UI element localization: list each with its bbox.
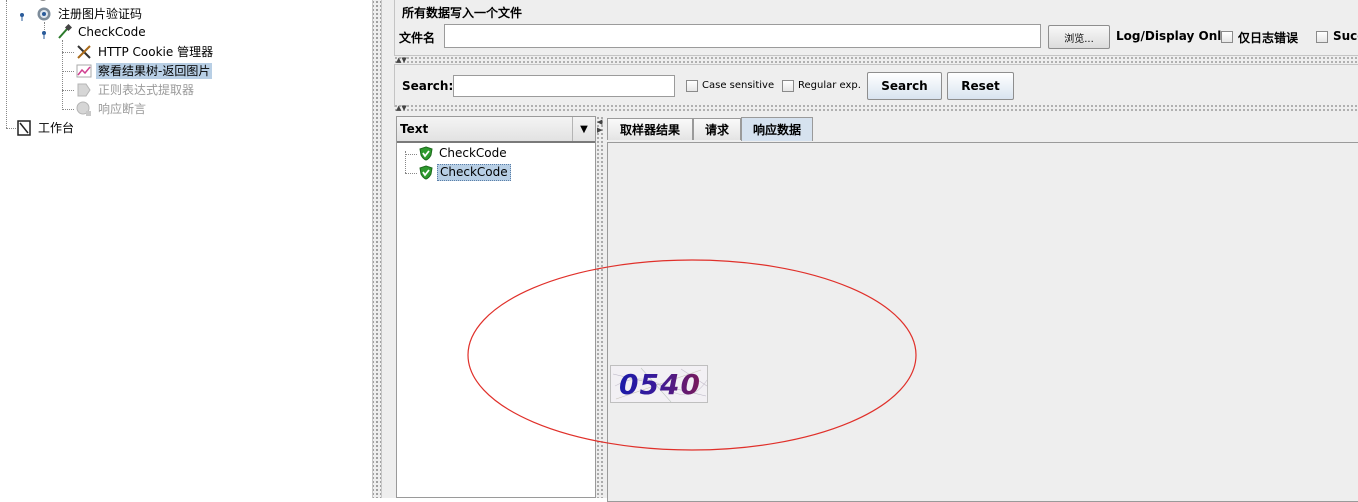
sample-result-item[interactable]: CheckCode (419, 164, 511, 181)
expand-arrows-icon[interactable]: ▲▼ (396, 57, 407, 64)
tree-item-label: CheckCode (78, 25, 146, 39)
pipette-icon (55, 24, 73, 40)
tab-response-data[interactable]: 响应数据 (741, 117, 813, 141)
tree-item-label: 正则表达式提取器 (98, 83, 195, 97)
browse-button[interactable]: 浏览... (1048, 25, 1110, 49)
sample-label: CheckCode (439, 146, 507, 160)
split-arrows-icon[interactable]: ◀ ▶ (597, 118, 602, 134)
tree-connector (62, 40, 63, 110)
tab-sampler-result[interactable]: 取样器结果 (607, 118, 693, 140)
tree-item-label: 注册图片验证码 (58, 7, 143, 21)
search-input[interactable] (453, 75, 675, 97)
extractor-icon (75, 82, 93, 98)
tree-item-label: 工作台 (38, 121, 75, 135)
tab-request[interactable]: 请求 (693, 118, 741, 140)
reset-button[interactable]: Reset (947, 72, 1014, 100)
tree-item-register-captcha[interactable]: 注册图片验证码 (35, 5, 144, 23)
filename-label: 文件名 (399, 31, 436, 45)
success-shield-icon (419, 146, 433, 161)
panel-separator[interactable] (394, 56, 1358, 64)
tree-item-label: HTTP Cookie 管理器 (98, 45, 214, 59)
filename-input[interactable] (444, 24, 1041, 48)
renderer-value: Text (400, 122, 429, 136)
chevron-down-icon[interactable]: ▼ (572, 117, 595, 141)
panel-separator[interactable] (394, 104, 1358, 112)
sample-label: CheckCode (437, 164, 511, 181)
tree-item-view-results-tree[interactable]: 察看结果树-返回图片 (75, 62, 213, 80)
tree-item-label: 响应断言 (98, 102, 147, 116)
case-sensitive-label: Case sensitive (702, 80, 775, 91)
tree-connector (405, 173, 417, 174)
assertion-icon (75, 101, 93, 117)
tree-connector (62, 109, 74, 110)
main-split-divider[interactable] (372, 0, 382, 498)
search-label: Search: (402, 79, 454, 93)
collapse-handle[interactable] (40, 28, 47, 39)
response-data-content (607, 142, 1358, 502)
gear-icon (35, 6, 53, 22)
chart-icon (75, 63, 93, 79)
tree-connector (62, 71, 74, 72)
success-shield-icon (419, 165, 433, 180)
view-results-tree-panel: 所有数据写入一个文件 文件名 浏览... Log/Display Only: 仅… (382, 0, 1358, 502)
regex-checkbox[interactable] (782, 80, 794, 92)
tree-item-checkcode-sampler[interactable]: CheckCode (55, 23, 148, 41)
gear-icon (36, 0, 50, 4)
log-display-label: Log/Display Only: (1116, 29, 1234, 43)
wrench-icon (75, 44, 93, 60)
collapse-handle[interactable] (18, 10, 25, 21)
captcha-text: 0540 (619, 368, 701, 401)
regex-label: Regular exp. (798, 80, 861, 91)
captcha-image: 0540 (610, 365, 708, 403)
errors-only-checkbox[interactable] (1221, 31, 1233, 43)
case-sensitive-checkbox[interactable] (686, 80, 698, 92)
tree-connector (6, 0, 7, 128)
tree-item-cookie-manager[interactable]: HTTP Cookie 管理器 (75, 43, 215, 61)
file-output-group: 所有数据写入一个文件 文件名 浏览... Log/Display Only: 仅… (394, 0, 1358, 56)
result-detail-panel: 取样器结果 请求 响应数据 (604, 116, 1358, 502)
tree-item-label: 察看结果树-返回图片 (96, 63, 213, 79)
errors-only-label: 仅日志错误 (1238, 31, 1299, 45)
test-plan-tree[interactable]: 注册图片验证码 CheckCode HTTP Cookie 管理器 察看结果树-… (0, 0, 372, 498)
successes-checkbox[interactable] (1316, 31, 1328, 43)
result-split-divider[interactable] (596, 116, 604, 498)
search-button[interactable]: Search (867, 72, 942, 100)
expand-arrows-icon[interactable]: ▲▼ (396, 105, 407, 112)
file-group-title: 所有数据写入一个文件 (402, 6, 523, 20)
workbench-icon (15, 120, 33, 136)
renderer-select[interactable]: Text ▼ (397, 117, 595, 143)
successes-label: Succ (1333, 29, 1358, 43)
result-list-panel: Text ▼ CheckCode CheckCode (396, 116, 596, 498)
search-bar: Search: Case sensitive Regular exp. Sear… (394, 64, 1358, 107)
tree-item-response-assertion[interactable]: 响应断言 (75, 100, 148, 118)
tree-connector (405, 154, 417, 155)
tree-connector (62, 90, 74, 91)
tree-item-regex-extractor[interactable]: 正则表达式提取器 (75, 81, 196, 99)
tree-item-workbench[interactable]: 工作台 (15, 119, 76, 137)
sample-result-item[interactable]: CheckCode (419, 145, 509, 162)
tree-connector (62, 52, 74, 53)
